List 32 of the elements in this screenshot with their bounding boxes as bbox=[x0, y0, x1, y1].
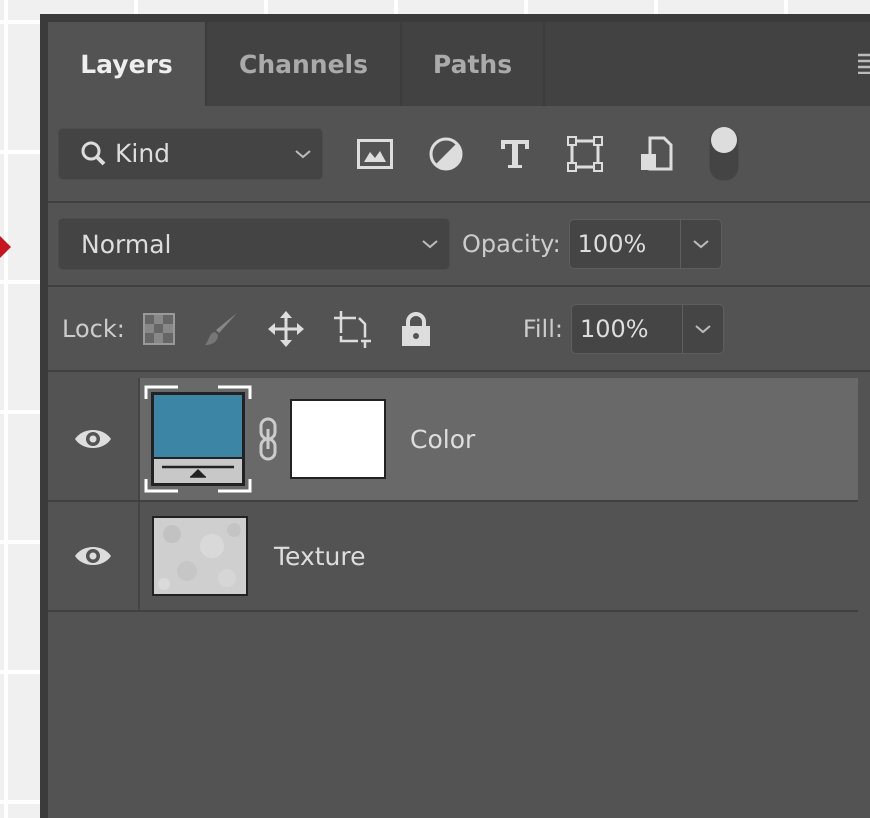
checkerboard-icon[interactable] bbox=[142, 312, 175, 344]
layer-row[interactable]: Color bbox=[140, 378, 858, 500]
image-icon[interactable] bbox=[357, 138, 393, 168]
half-circle-icon[interactable] bbox=[429, 136, 463, 170]
eye-icon[interactable] bbox=[73, 427, 113, 451]
panel-tab[interactable]: Channels bbox=[207, 22, 400, 106]
eye-icon[interactable] bbox=[73, 544, 113, 568]
caret-icon bbox=[421, 238, 439, 250]
chain-icon[interactable] bbox=[258, 417, 278, 461]
caret-icon[interactable] bbox=[694, 322, 712, 334]
lock-label: Lock: bbox=[62, 314, 125, 342]
caret-icon[interactable] bbox=[692, 238, 710, 250]
opacity-label: Opacity: bbox=[462, 230, 561, 258]
layer-name: Texture bbox=[274, 542, 366, 570]
lock-icon[interactable] bbox=[400, 310, 431, 346]
menu-icon[interactable] bbox=[858, 52, 870, 74]
filter-toggle[interactable] bbox=[709, 126, 739, 180]
caret-icon bbox=[294, 148, 312, 160]
layer-name: Color bbox=[410, 424, 476, 454]
panel-tab[interactable]: Paths bbox=[402, 22, 543, 106]
move-icon[interactable] bbox=[266, 310, 305, 348]
opacity-field[interactable]: 100% bbox=[568, 219, 722, 269]
arrow-icon bbox=[0, 236, 12, 258]
type-icon[interactable] bbox=[499, 138, 531, 170]
crop-icon[interactable] bbox=[332, 310, 373, 348]
fill-label: Fill: bbox=[522, 314, 563, 342]
transform-icon[interactable] bbox=[567, 136, 603, 172]
document-icon[interactable] bbox=[639, 136, 673, 172]
panel-tab[interactable]: Layers bbox=[48, 22, 205, 106]
fill-field[interactable]: 100% bbox=[570, 304, 724, 354]
filter-dropdown[interactable]: Kind bbox=[58, 128, 323, 180]
blend-mode-dropdown[interactable]: Normal bbox=[58, 218, 450, 270]
